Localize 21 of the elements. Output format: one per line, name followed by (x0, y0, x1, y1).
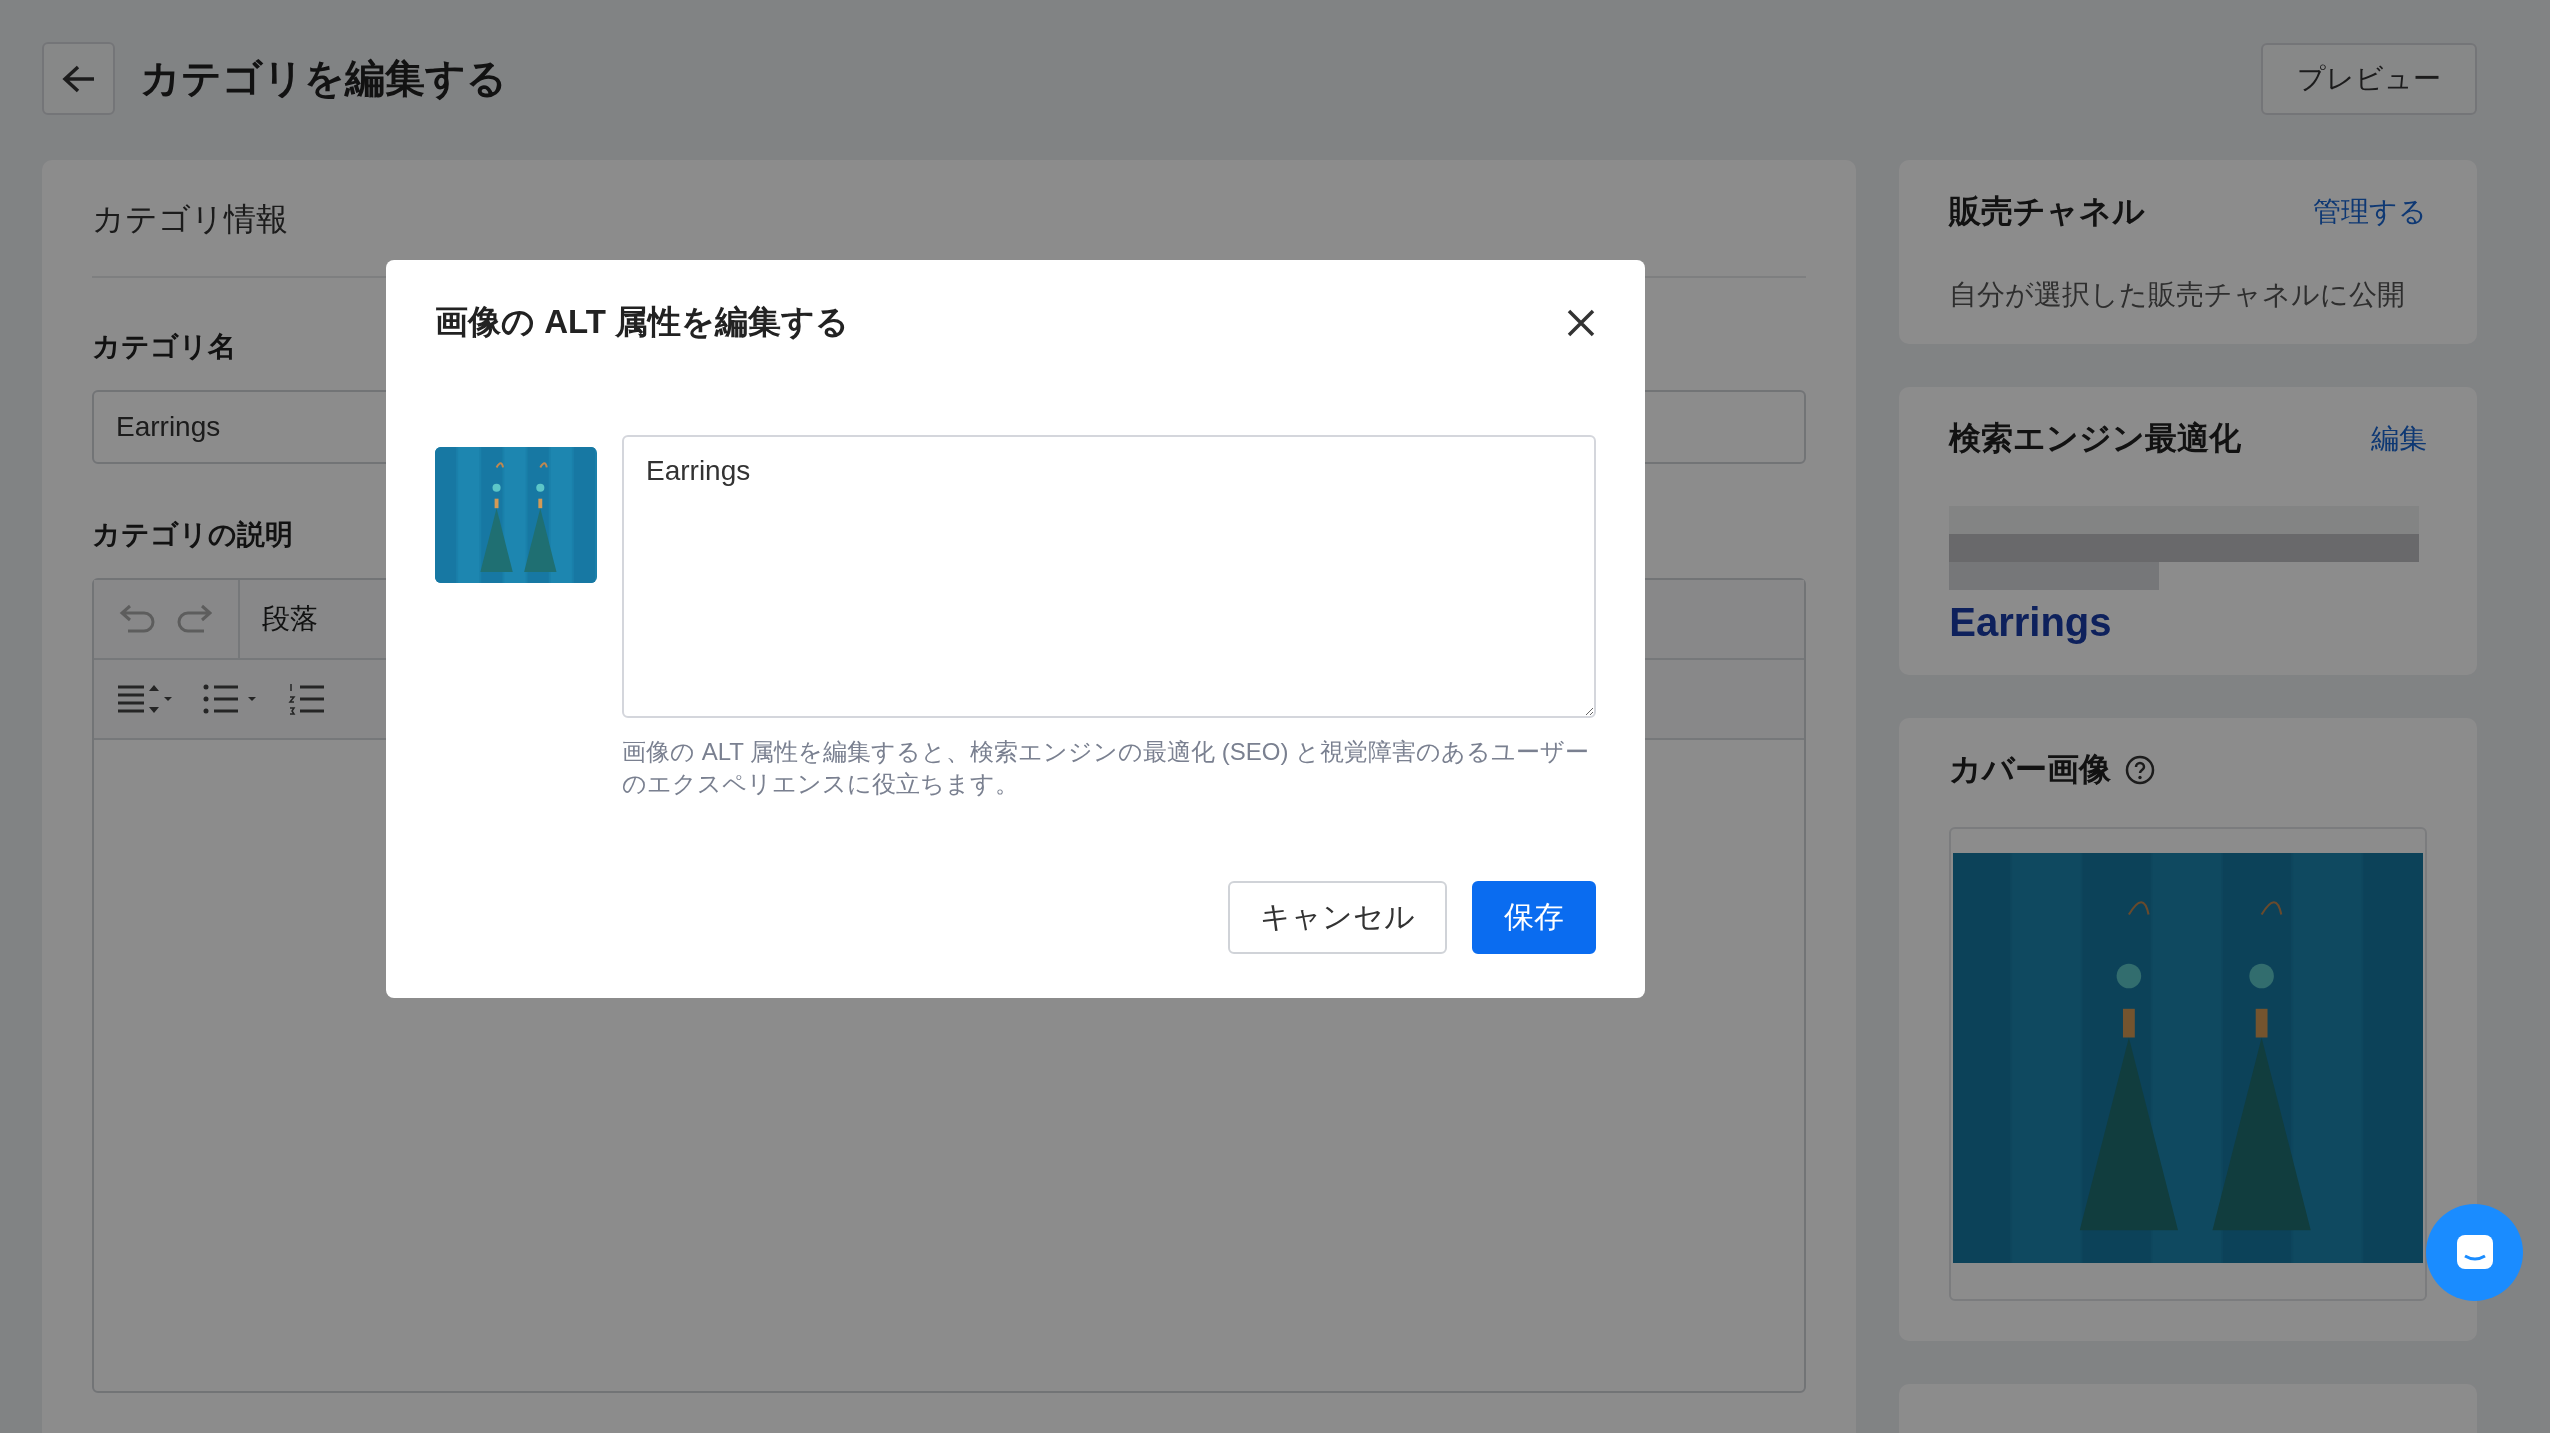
page-title: カテゴリを編集する (140, 55, 508, 102)
hint-text: 画像の ALT 属性を編集すると、検索エンジンの最適化 (SEO) と視覚障害のあるユーザーのエクスペリエンスに役立ちます。 (622, 737, 1591, 800)
field-label: カテゴリ名 (92, 330, 236, 364)
close-icon[interactable] (1566, 307, 1596, 338)
card-title: カバー画像 (1949, 750, 2112, 789)
alt-text-field[interactable]: Earrings (622, 435, 1596, 718)
edit-link[interactable]: 編集 (2371, 420, 2427, 458)
card-title: 検索エンジン最適化 (1949, 419, 2242, 458)
paragraph-dropdown[interactable]: 段落 (240, 600, 340, 638)
seo-preview-title: Earrings (1949, 600, 2113, 645)
card-title: 販売チャネル (1949, 192, 2146, 231)
cancel-button[interactable]: キャンセル (1228, 880, 1447, 954)
help-icon[interactable] (2125, 755, 2156, 785)
back-button[interactable] (42, 42, 115, 115)
dialog-title: 画像の ALT 属性を編集する (435, 302, 850, 342)
card-text: 自分が選択した販売チャネルに公開 (1949, 278, 2407, 312)
preview-button[interactable]: プレビュー (2261, 42, 2477, 115)
save-button[interactable]: 保存 (1472, 880, 1596, 954)
manage-link[interactable]: 管理する (2313, 193, 2427, 231)
back-arrow-icon (61, 63, 96, 94)
field-label: カテゴリの説明 (92, 518, 293, 552)
